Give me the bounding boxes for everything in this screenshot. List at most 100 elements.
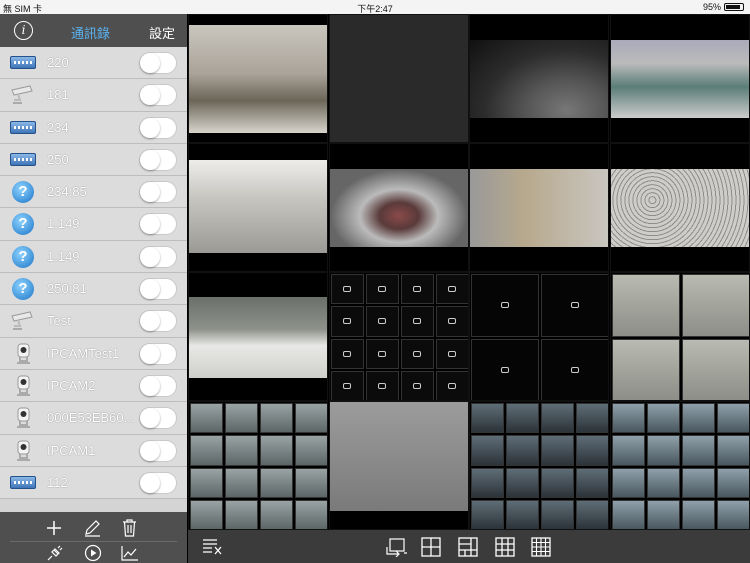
device-toggle[interactable]: [139, 407, 177, 430]
chart-icon[interactable]: [121, 545, 139, 561]
device-toggle[interactable]: [139, 213, 177, 236]
ip-camera-icon: [10, 375, 36, 397]
video-cell: [400, 274, 434, 305]
video-tile[interactable]: [328, 401, 469, 530]
list-sort-icon[interactable]: [202, 537, 224, 557]
video-tile[interactable]: [609, 143, 750, 272]
address-book-tab[interactable]: 通訊錄: [71, 23, 110, 42]
device-toggle[interactable]: [139, 439, 177, 462]
device-row[interactable]: ? 1.149: [0, 240, 187, 274]
plug-icon[interactable]: [46, 544, 64, 562]
toggle-knob: [140, 375, 160, 396]
device-toggle[interactable]: [139, 245, 177, 268]
unknown-device-icon: ?: [12, 278, 34, 301]
video-tile[interactable]: [609, 401, 750, 530]
device-toggle[interactable]: [139, 148, 177, 171]
device-row[interactable]: IPCAM2: [0, 369, 187, 403]
plus-icon[interactable]: [46, 520, 62, 536]
play-icon[interactable]: [84, 544, 102, 562]
video-tile[interactable]: [469, 272, 609, 401]
video-cell: [225, 403, 259, 434]
video-tile[interactable]: [469, 401, 609, 530]
device-toggle[interactable]: [139, 374, 177, 397]
toggle-knob: [140, 246, 160, 267]
layout-16-icon[interactable]: [531, 537, 551, 557]
device-row[interactable]: 250: [0, 143, 187, 177]
device-row[interactable]: ? 250:81: [0, 273, 187, 306]
video-cell: [435, 370, 468, 400]
video-cell: [295, 467, 327, 498]
layout-6-icon[interactable]: [458, 537, 478, 557]
trash-icon[interactable]: [121, 518, 138, 537]
video-cell: [576, 499, 608, 529]
video-cell: [681, 499, 715, 529]
toggle-knob: [140, 149, 160, 170]
layout-9-icon[interactable]: [495, 537, 515, 557]
device-row[interactable]: IPCAM1: [0, 434, 187, 467]
video-cell: [400, 338, 434, 369]
video-cell: [471, 338, 540, 400]
video-tile[interactable]: [609, 272, 750, 401]
device-row[interactable]: 000E53EB60...: [0, 402, 187, 435]
device-label: IPCAM2: [47, 377, 96, 393]
video-feed: [470, 40, 608, 118]
device-toggle[interactable]: [139, 278, 177, 301]
video-cell: [295, 435, 327, 466]
video-tile[interactable]: [328, 272, 469, 401]
device-toggle[interactable]: [139, 84, 177, 107]
camera-icon: [10, 84, 36, 106]
video-cell: [611, 467, 645, 498]
device-label: Test: [47, 313, 71, 329]
video-cell: [646, 435, 680, 466]
toggle-knob: [140, 53, 160, 73]
video-cell: [611, 435, 645, 466]
nvr-icon: [10, 152, 36, 166]
battery-icon: [724, 3, 744, 11]
video-cell: [330, 370, 364, 400]
video-cell: [295, 403, 327, 434]
pencil-icon[interactable]: [83, 519, 101, 537]
device-row[interactable]: ? 234:85: [0, 176, 187, 209]
settings-button[interactable]: 設定: [149, 23, 175, 42]
video-cell: [471, 467, 505, 498]
video-tile[interactable]: [188, 401, 328, 530]
device-toggle[interactable]: [139, 471, 177, 494]
device-toggle[interactable]: [139, 52, 177, 74]
video-cell: [646, 499, 680, 529]
device-row[interactable]: 234: [0, 111, 187, 144]
video-feed: [189, 297, 327, 378]
info-icon[interactable]: i: [14, 21, 33, 40]
device-row[interactable]: 112: [0, 466, 187, 500]
device-label: 234: [47, 119, 69, 135]
video-tile[interactable]: [469, 14, 609, 143]
layout-4-icon[interactable]: [421, 537, 441, 557]
video-cell: [365, 338, 399, 369]
device-row[interactable]: ? 1.149: [0, 208, 187, 241]
video-cell: [681, 274, 749, 337]
device-row[interactable]: 220: [0, 47, 187, 80]
video-cell: [330, 338, 364, 369]
video-cell: [225, 499, 259, 529]
device-label: IPCAMTest1: [47, 345, 120, 361]
device-row[interactable]: 181: [0, 79, 187, 112]
device-toggle[interactable]: [139, 342, 177, 365]
device-toggle[interactable]: [139, 181, 177, 204]
video-tile[interactable]: [188, 14, 328, 143]
device-toggle[interactable]: [139, 116, 177, 139]
device-row[interactable]: IPCAMTest1: [0, 337, 187, 370]
nvr-icon: [10, 56, 36, 69]
device-label: 000E53EB60...: [47, 410, 135, 426]
video-tile[interactable]: [188, 143, 328, 272]
device-list: 220 181 234 250? 234:85? 1.149? 1.149? 250:81 Te…: [0, 47, 187, 500]
video-tile[interactable]: [188, 272, 328, 401]
swap-icon[interactable]: [386, 537, 408, 557]
device-row[interactable]: Test: [0, 305, 187, 338]
video-tile[interactable]: [328, 143, 469, 272]
video-tile[interactable]: [328, 14, 469, 143]
video-tile[interactable]: [609, 14, 750, 143]
device-label: IPCAM1: [47, 442, 96, 458]
video-cell: [681, 435, 715, 466]
device-toggle[interactable]: [139, 310, 177, 333]
video-cell: [681, 467, 715, 498]
video-tile[interactable]: [469, 143, 609, 272]
